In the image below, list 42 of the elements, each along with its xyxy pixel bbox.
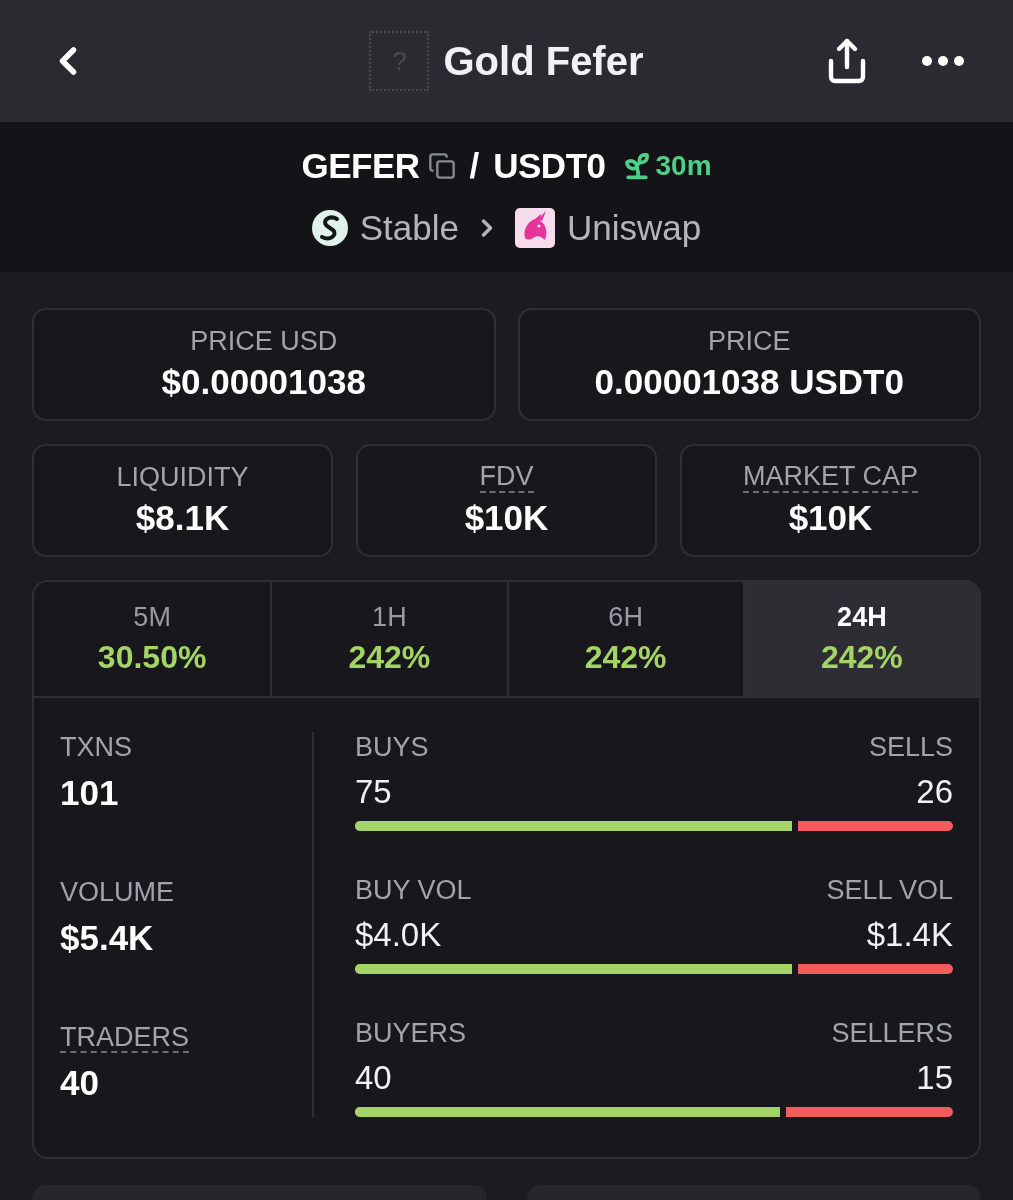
stat-label: TXNS — [60, 732, 132, 764]
dex-logo-icon — [515, 208, 555, 249]
stat-label: LIQUIDITY — [116, 461, 249, 493]
timeframe-tab[interactable]: 24H 242% — [742, 582, 979, 696]
sell-label: SELLERS — [831, 1017, 953, 1049]
buy-label: BUY VOL — [355, 875, 472, 907]
chain-link[interactable]: Stable — [359, 202, 459, 255]
stat-label[interactable]: FDV — [479, 462, 534, 493]
copy-icon — [427, 151, 456, 180]
stat-value: $8.1K — [135, 497, 230, 539]
chain-logo-icon — [311, 210, 348, 247]
sell-value: 26 — [916, 773, 953, 811]
stat-value: 40 — [60, 1062, 99, 1104]
stat-label: PRICE USD — [190, 325, 338, 357]
copy-button[interactable] — [427, 151, 456, 180]
buy-value: $4.0K — [355, 916, 442, 954]
stat-value: $10K — [464, 496, 549, 539]
sell-value: 15 — [916, 1059, 953, 1097]
sell-label: SELLS — [868, 732, 953, 764]
stat-value: $10K — [788, 496, 873, 539]
stat-label[interactable]: TRADERS — [60, 1022, 189, 1053]
more-icon — [922, 56, 964, 66]
base-symbol: GEFER — [301, 144, 420, 187]
pair-age: 30m — [655, 148, 712, 183]
stat-value: 101 — [60, 773, 119, 814]
buy-value: 75 — [355, 773, 392, 811]
buy-label: BUYERS — [355, 1017, 467, 1049]
sell-label: SELL VOL — [826, 875, 953, 907]
stat-value: $0.00001038 — [161, 361, 366, 403]
question-mark: ? — [392, 48, 407, 74]
buy-label: BUYS — [355, 732, 429, 764]
stat-label: VOLUME — [60, 877, 175, 909]
buy-value: 40 — [355, 1059, 392, 1097]
pair-separator: / — [469, 144, 480, 187]
dex-link[interactable]: Uniswap — [567, 202, 702, 255]
stat-value: 0.00001038 USDT0 — [594, 361, 904, 403]
stat-label: PRICE — [708, 325, 791, 357]
token-title: Gold Fefer — [443, 38, 644, 85]
stat-label[interactable]: MARKET CAP — [742, 462, 918, 493]
quote-symbol: USDT0 — [493, 144, 606, 187]
stat-value: $5.4K — [60, 918, 154, 959]
sell-value: $1.4K — [866, 916, 953, 954]
